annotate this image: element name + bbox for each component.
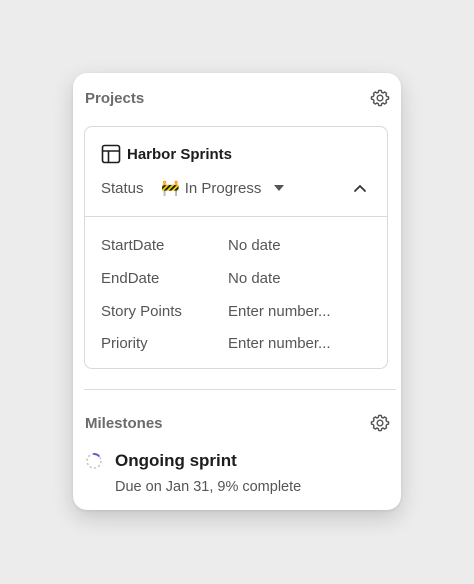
property-row-priority: Priority Enter number... xyxy=(101,332,371,354)
property-label: StartDate xyxy=(101,236,165,254)
collapse-button[interactable] xyxy=(349,177,371,199)
progress-ring-icon xyxy=(86,453,102,469)
project-card-title-row[interactable]: Harbor Sprints xyxy=(101,143,232,165)
projects-header: Projects xyxy=(85,84,391,112)
project-panel: Projects Harbor Sprints Status 🚧 In Prog… xyxy=(73,73,401,510)
property-row-enddate: EndDate No date xyxy=(101,267,371,289)
construction-icon: 🚧 xyxy=(161,180,180,197)
chevron-up-icon xyxy=(354,185,366,192)
startdate-field[interactable]: No date xyxy=(228,237,281,254)
project-card: Harbor Sprints Status 🚧 In Progress Star… xyxy=(84,126,388,369)
milestone-subtitle: Due on Jan 31, 9% complete xyxy=(115,479,302,495)
gear-icon xyxy=(370,89,390,107)
property-row-startdate: StartDate No date xyxy=(101,234,371,256)
property-row-story-points: Story Points Enter number... xyxy=(101,300,371,322)
projects-title: Projects xyxy=(85,89,145,107)
card-divider xyxy=(85,216,387,217)
milestones-settings-button[interactable] xyxy=(369,412,391,434)
status-value: In Progress xyxy=(184,179,262,197)
milestones-header: Milestones xyxy=(85,409,391,437)
story-points-field[interactable]: Enter number... xyxy=(228,303,331,320)
caret-down-icon xyxy=(274,185,285,191)
status-dropdown[interactable]: 🚧 In Progress xyxy=(161,179,285,197)
gear-icon xyxy=(370,414,390,432)
priority-field[interactable]: Enter number... xyxy=(228,335,331,352)
table-icon xyxy=(101,144,121,164)
section-divider xyxy=(84,389,396,390)
property-label: Story Points xyxy=(101,302,182,320)
milestone-name: Ongoing sprint xyxy=(115,451,237,470)
status-label: Status xyxy=(101,179,144,197)
projects-settings-button[interactable] xyxy=(369,87,391,109)
enddate-field[interactable]: No date xyxy=(228,270,281,287)
property-label: Priority xyxy=(101,334,148,352)
property-label: EndDate xyxy=(101,269,160,287)
status-row: Status 🚧 In Progress xyxy=(101,177,371,199)
milestone-item[interactable]: Ongoing sprint xyxy=(85,449,237,473)
milestones-title: Milestones xyxy=(85,414,163,432)
project-name: Harbor Sprints xyxy=(127,145,233,163)
